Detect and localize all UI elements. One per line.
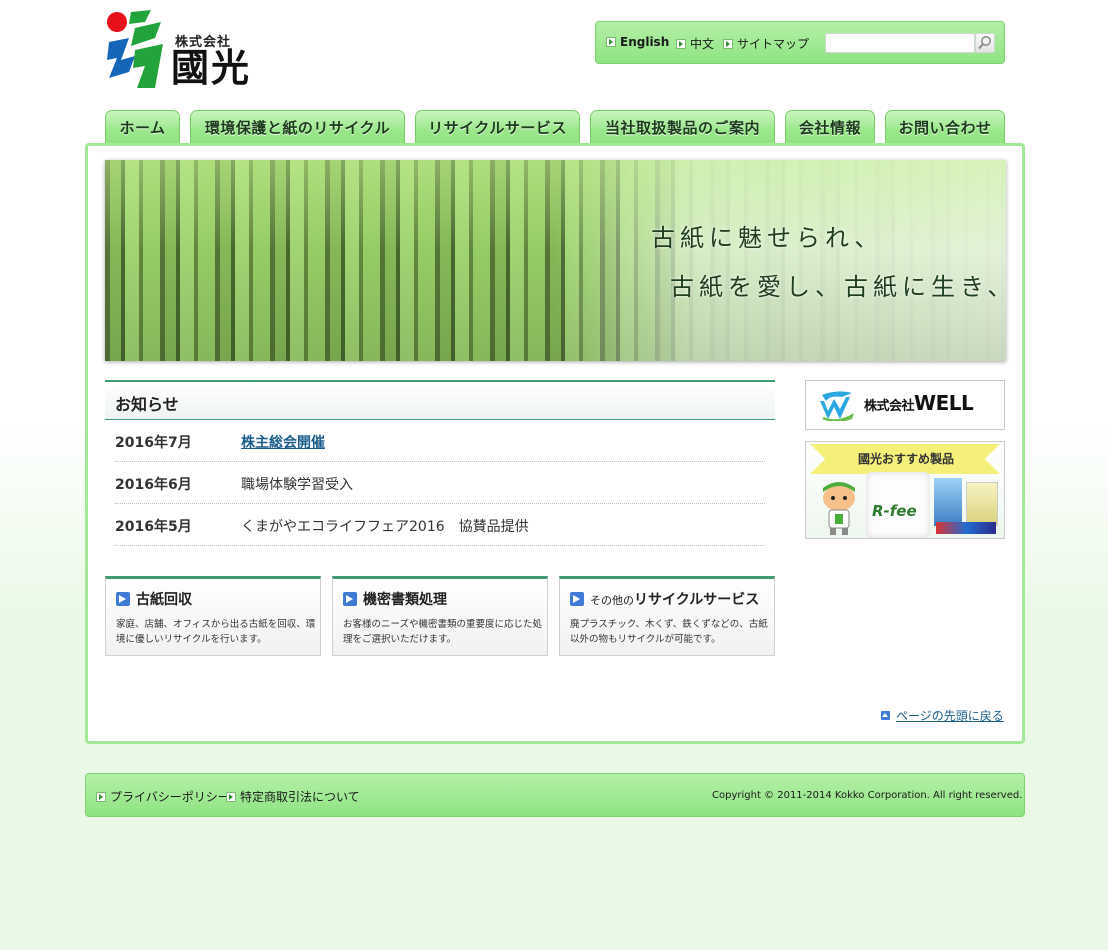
well-corp-label: 株式会社 <box>864 399 915 414</box>
products-ribbon-text: 國光おすすめ製品 <box>858 452 955 466</box>
service-other-recycling[interactable]: その他のリサイクルサービス 廃プラスチック、木くず、鉄くずなどの、古紙以外の物も… <box>559 576 775 656</box>
mascot-icon <box>823 482 855 535</box>
forest-image <box>105 160 1006 361</box>
recommended-products-banner[interactable]: 國光おすすめ製品 R-fee <box>805 441 1005 539</box>
hero-tagline-line1: 古紙に魅せられ、 <box>651 224 884 252</box>
news-link[interactable]: 株主総会開催 <box>241 432 325 452</box>
logo-company-name: 國光 <box>171 46 252 90</box>
service-title: 機密書類処理 <box>363 589 447 609</box>
news-item: 2016年5月 くまがやエコライフフェア2016 協賛品提供 <box>115 504 765 546</box>
news-text: 職場体験学習受入 <box>241 477 353 493</box>
nav-tab-products[interactable]: 当社取扱製品のご案内 <box>590 110 775 146</box>
search-button[interactable] <box>975 33 995 53</box>
product-pack-image <box>936 522 996 534</box>
site-logo[interactable]: 株式会社 國光 <box>105 8 265 92</box>
service-title-text: 古紙回収 <box>136 592 192 608</box>
arrow-right-icon <box>570 592 584 606</box>
product-roll-label: R-fee <box>872 502 917 520</box>
commercial-transactions-link[interactable]: 特定商取引法について <box>226 788 360 805</box>
arrow-right-icon <box>116 592 130 606</box>
search-icon <box>978 36 991 50</box>
news-date: 2016年7月 <box>115 435 192 451</box>
arrow-bullet-icon <box>606 37 616 47</box>
well-logo-icon <box>820 391 854 421</box>
news-item: 2016年7月 株主総会開催 <box>115 420 765 462</box>
news-section: お知らせ 2016年7月 株主総会開催 2016年6月 職場体験学習受入 201… <box>105 380 775 550</box>
copyright-text: Copyright © 2011-2014 Kokko Corporation.… <box>712 790 1023 801</box>
sitemap-label: サイトマップ <box>737 37 810 51</box>
service-confidential-documents[interactable]: 機密書類処理 お客様のニーズや機密書類の重要度に応じた処理をご選択いただけます。 <box>332 576 548 656</box>
news-item: 2016年6月 職場体験学習受入 <box>115 462 765 504</box>
service-title-text: リサイクルサービス <box>634 592 760 608</box>
arrow-bullet-icon <box>723 38 733 49</box>
nav-tab-company-info[interactable]: 会社情報 <box>785 110 875 146</box>
arrow-up-icon <box>881 711 890 720</box>
commercial-transactions-label: 特定商取引法について <box>240 790 360 804</box>
well-name-label: WELL <box>914 391 974 415</box>
service-title-prefix: その他の <box>590 594 634 607</box>
hero-tagline-line2: 古紙を愛し、古紙に生き、 <box>670 273 1006 301</box>
service-paper-collection[interactable]: 古紙回収 家庭、店舗、オフィスから出る古紙を回収、環境に優しいリサイクルを行いま… <box>105 576 321 656</box>
service-description: お客様のニーズや機密書類の重要度に応じた処理をご選択いただけます。 <box>343 619 543 645</box>
search-input[interactable] <box>825 33 975 53</box>
footer-bar: プライバシーポリシー 特定商取引法について Copyright © 2011-2… <box>85 773 1025 817</box>
news-header: お知らせ <box>105 380 775 420</box>
arrow-bullet-icon <box>226 791 236 802</box>
well-banner[interactable]: 株式会社WELL <box>805 380 1005 430</box>
privacy-policy-link[interactable]: プライバシーポリシー <box>96 788 230 805</box>
back-to-top-link[interactable]: ページの先頭に戻る <box>881 707 1004 724</box>
language-english-label: English <box>620 35 670 49</box>
hero-banner: 古紙に魅せられ、 古紙を愛し、古紙に生き、 <box>105 160 1006 361</box>
well-brand-text: 株式会社WELL <box>864 391 974 415</box>
utility-bar: English 中文 サイトマップ <box>595 21 1005 64</box>
nav-tab-environment[interactable]: 環境保護と紙のリサイクル <box>190 110 405 146</box>
language-chinese-link[interactable]: 中文 <box>676 35 714 52</box>
nav-tab-contact[interactable]: お問い合わせ <box>885 110 1005 146</box>
sitemap-link[interactable]: サイトマップ <box>723 35 809 52</box>
news-title: お知らせ <box>115 395 179 414</box>
arrow-bullet-icon <box>676 38 686 49</box>
service-title: その他のリサイクルサービス <box>590 589 759 609</box>
service-description: 家庭、店舗、オフィスから出る古紙を回収、環境に優しいリサイクルを行います。 <box>116 619 316 645</box>
product-pack-image <box>966 482 998 526</box>
nav-tab-recycle-service[interactable]: リサイクルサービス <box>415 110 580 146</box>
service-title-text: 機密書類処理 <box>363 592 447 608</box>
logo-mark-icon <box>107 10 163 88</box>
service-title: 古紙回収 <box>136 589 192 609</box>
privacy-policy-label: プライバシーポリシー <box>110 790 230 804</box>
product-pack-image <box>934 478 962 526</box>
nav-tab-home[interactable]: ホーム <box>105 110 180 146</box>
back-to-top-label: ページの先頭に戻る <box>896 709 1004 723</box>
service-description: 廃プラスチック、木くず、鉄くずなどの、古紙以外の物もリサイクルが可能です。 <box>570 619 768 645</box>
arrow-right-icon <box>343 592 357 606</box>
news-text: くまがやエコライフフェア2016 協賛品提供 <box>241 519 529 535</box>
language-english-link[interactable]: English <box>606 35 669 49</box>
news-date: 2016年6月 <box>115 477 192 493</box>
arrow-bullet-icon <box>96 791 106 802</box>
news-date: 2016年5月 <box>115 519 192 535</box>
language-chinese-label: 中文 <box>690 37 715 51</box>
